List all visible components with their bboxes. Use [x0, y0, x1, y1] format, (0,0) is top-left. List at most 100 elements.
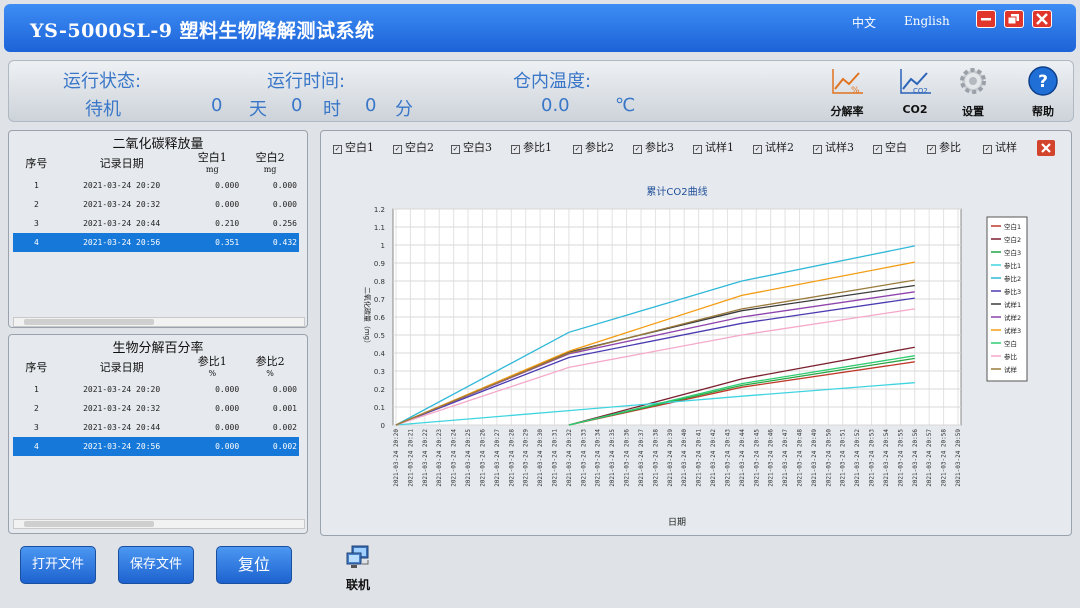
series-checkbox-2[interactable]: ✓ 空白2 — [393, 139, 434, 155]
help-label: 帮助 — [1032, 105, 1054, 118]
close-icon — [1041, 143, 1051, 153]
series-checkbox-11[interactable]: ✓ 参比 — [927, 139, 961, 155]
x-tick-label: 2021-03-24 20:59 — [955, 429, 962, 487]
language-english-link[interactable]: English — [904, 14, 950, 28]
biodegradation-panel: 生物分解百分率 序号 记录日期 参比1% 参比2% 1 2021-03-24 20… — [8, 334, 308, 534]
checkbox-label: 参比 — [939, 141, 961, 154]
series-checkbox-3[interactable]: ✓ 空白3 — [451, 139, 492, 155]
checkbox-label: 参比3 — [645, 141, 674, 154]
table-row[interactable]: 2 2021-03-24 20:32 0.000 0.001 — [13, 399, 299, 418]
x-tick-label: 2021-03-24 20:46 — [768, 429, 775, 487]
x-tick-label: 2021-03-24 20:52 — [854, 429, 861, 487]
x-tick-label: 2021-03-24 20:54 — [883, 429, 890, 487]
legend-label: 试样2 — [1004, 313, 1021, 322]
table-row[interactable]: 3 2021-03-24 20:44 0.000 0.002 — [13, 418, 299, 437]
reset-button[interactable]: 复位 — [216, 546, 292, 584]
svg-text:?: ? — [1038, 72, 1048, 92]
x-tick-label: 2021-03-24 20:31 — [552, 429, 559, 487]
x-tick-label: 2021-03-24 20:47 — [782, 429, 789, 487]
scrollbar-thumb[interactable] — [24, 319, 154, 325]
checkbox-icon: ✓ — [451, 145, 460, 154]
x-tick-label: 2021-03-24 20:21 — [407, 429, 414, 487]
checkbox-icon: ✓ — [693, 145, 702, 154]
series-checkbox-9[interactable]: ✓ 试样3 — [813, 139, 854, 155]
cell-ref2: 0.000 — [272, 385, 297, 394]
x-tick-label: 2021-03-24 20:42 — [710, 429, 717, 487]
restore-icon — [1007, 14, 1019, 25]
checkbox-label: 空白2 — [405, 141, 434, 154]
checkbox-icon: ✓ — [813, 145, 822, 154]
language-chinese-link[interactable]: 中文 — [852, 14, 876, 31]
checkbox-label: 试样1 — [705, 141, 734, 154]
co2-release-panel: 二氧化碳释放量 序号 记录日期 空白1 mg 空白2 mg 1 2021-03-24 … — [8, 130, 308, 328]
blank1-title: 空白1 — [197, 151, 227, 164]
column-header-index: 序号 — [25, 361, 48, 374]
online-button[interactable]: 联机 — [336, 544, 380, 593]
y-axis-label: 二氧化碳量（mg） — [363, 287, 372, 347]
table-row[interactable]: 1 2021-03-24 20:20 0.000 0.000 — [13, 176, 299, 195]
ref1-title: 参比1 — [197, 355, 227, 368]
table-row[interactable]: 2 2021-03-24 20:32 0.000 0.000 — [13, 195, 299, 214]
series-checkbox-7[interactable]: ✓ 试样1 — [693, 139, 734, 155]
checkbox-icon: ✓ — [511, 145, 520, 154]
biodegradation-table-scrollbar[interactable] — [13, 519, 305, 529]
legend-label: 参比1 — [1004, 261, 1021, 270]
legend-label: 试样1 — [1004, 300, 1021, 309]
restore-button[interactable] — [1004, 10, 1024, 28]
help-button[interactable]: ? 帮助 — [1017, 65, 1069, 119]
checkbox-label: 参比1 — [523, 141, 552, 154]
legend-label: 空白2 — [1004, 235, 1021, 244]
settings-label: 设置 — [962, 105, 984, 118]
run-state-value: 待机 — [85, 99, 121, 120]
temperature-unit: ℃ — [615, 95, 636, 116]
close-button[interactable] — [1032, 10, 1052, 28]
table-row[interactable]: 1 2021-03-24 20:20 0.000 0.000 — [13, 380, 299, 399]
x-tick-label: 2021-03-24 20:45 — [753, 429, 760, 487]
series-checkbox-5[interactable]: ✓ 参比2 — [573, 139, 614, 155]
cell-date: 2021-03-24 20:20 — [83, 385, 161, 394]
open-file-button[interactable]: 打开文件 — [20, 546, 96, 584]
run-hours-unit: 时 — [323, 99, 341, 120]
settings-button[interactable]: 设置 — [947, 65, 999, 119]
cell-ref1: 0.000 — [215, 423, 240, 432]
save-file-button[interactable]: 保存文件 — [118, 546, 194, 584]
x-tick-label: 2021-03-24 20:51 — [840, 429, 847, 487]
checkbox-label: 空白1 — [345, 141, 374, 154]
co2-label: CO2 — [902, 103, 928, 116]
checkbox-icon: ✓ — [873, 145, 882, 154]
table-row[interactable]: 3 2021-03-24 20:44 0.210 0.256 — [13, 214, 299, 233]
co2-table-scrollbar[interactable] — [13, 317, 305, 327]
run-hours-value: 0 — [291, 95, 303, 116]
column-header-index: 序号 — [25, 157, 48, 170]
co2-button[interactable]: CO2 CO2 — [889, 65, 941, 116]
cell-blank1: 0.000 — [215, 200, 240, 209]
table-row-selected[interactable]: 4 2021-03-24 20:56 0.000 0.002 — [13, 437, 299, 456]
series-checkbox-12[interactable]: ✓ 试样 — [983, 139, 1017, 155]
x-tick-label: 2021-03-24 20:53 — [869, 429, 876, 487]
series-checkbox-1[interactable]: ✓ 空白1 — [333, 139, 374, 155]
legend-label: 参比3 — [1004, 287, 1021, 296]
x-tick-label: 2021-03-24 20:36 — [624, 429, 631, 487]
y-tick-label: 1 — [381, 242, 385, 250]
chart-close-button[interactable] — [1037, 140, 1055, 156]
x-tick-label: 2021-03-24 20:44 — [739, 429, 746, 487]
series-checkbox-4[interactable]: ✓ 参比1 — [511, 139, 552, 155]
scrollbar-thumb[interactable] — [24, 521, 154, 527]
y-tick-label: 0.3 — [374, 368, 385, 376]
minimize-button[interactable] — [976, 10, 996, 28]
x-tick-label: 2021-03-24 20:29 — [523, 429, 530, 487]
series-checkbox-8[interactable]: ✓ 试样2 — [753, 139, 794, 155]
x-tick-label: 2021-03-24 20:48 — [796, 429, 803, 487]
series-checkbox-6[interactable]: ✓ 参比3 — [633, 139, 674, 155]
legend-label: 试样 — [1004, 365, 1018, 374]
checkbox-icon: ✓ — [573, 145, 582, 154]
y-tick-label: 0.4 — [374, 350, 386, 358]
y-tick-label: 0.7 — [374, 296, 385, 304]
x-tick-label: 2021-03-24 20:33 — [580, 429, 587, 487]
series-checkbox-10[interactable]: ✓ 空白 — [873, 139, 907, 155]
cell-date: 2021-03-24 20:44 — [83, 219, 161, 228]
table-row-selected[interactable]: 4 2021-03-24 20:56 0.351 0.432 — [13, 233, 299, 252]
ref2-unit: % — [266, 369, 274, 378]
degradation-rate-button[interactable]: % 分解率 — [821, 65, 873, 119]
x-tick-label: 2021-03-24 20:32 — [566, 429, 573, 487]
